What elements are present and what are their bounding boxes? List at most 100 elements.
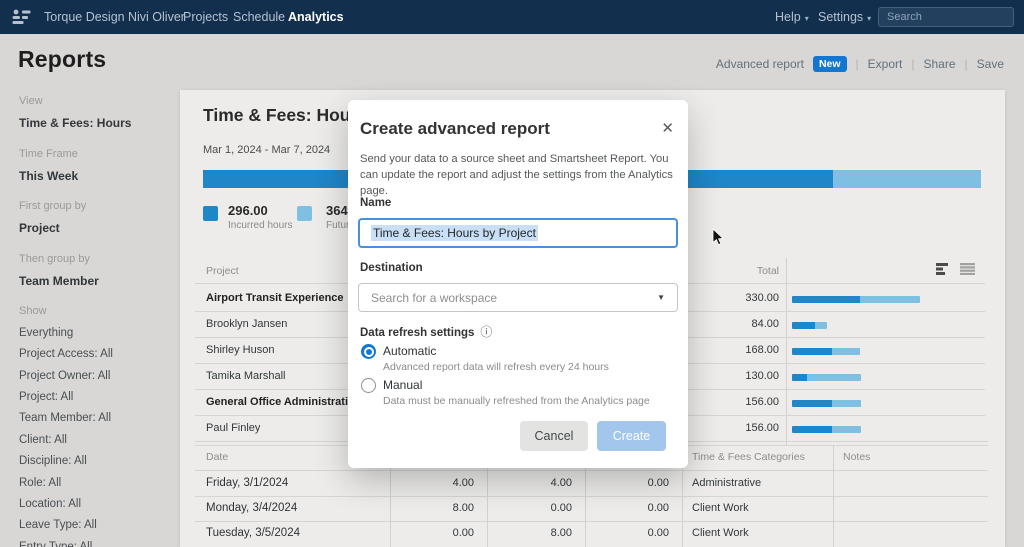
divider: | — [855, 57, 859, 71]
future-bar-segment — [832, 348, 860, 355]
create-button[interactable]: Create — [597, 421, 666, 451]
detail-cell: 4.00 — [550, 477, 572, 489]
future-legend-swatch — [297, 206, 312, 221]
bar-chart-view-icon[interactable] — [936, 262, 951, 280]
time-frame-value[interactable]: This Week — [19, 169, 78, 183]
view-value[interactable]: Time & Fees: Hours — [19, 116, 131, 130]
incurred-hours-label: Incurred hours — [228, 220, 293, 231]
future-bar-segment — [832, 426, 861, 433]
project-row-name[interactable]: General Office Administration — [206, 396, 361, 408]
export-link[interactable]: Export — [868, 57, 903, 71]
filter-project-owner[interactable]: Project Owner: All — [19, 370, 110, 382]
project-row-name[interactable]: Airport Transit Experience — [206, 292, 344, 304]
detail-category-cell: Administrative — [692, 477, 762, 489]
manual-label[interactable]: Manual — [383, 378, 422, 392]
filter-discipline[interactable]: Discipline: All — [19, 455, 87, 467]
modal-title: Create advanced report — [360, 119, 550, 138]
detail-row-date: Tuesday, 3/5/2024 — [206, 527, 300, 539]
incurred-legend-swatch — [203, 206, 218, 221]
filter-location[interactable]: Location: All — [19, 498, 81, 510]
total-column-header[interactable]: Total — [690, 265, 779, 277]
detail-cell: 0.00 — [647, 477, 669, 489]
show-label: Show — [19, 305, 47, 317]
info-icon[interactable]: ⓘ — [480, 323, 492, 340]
divider — [786, 258, 787, 445]
divider — [195, 470, 988, 471]
automatic-radio[interactable] — [361, 344, 376, 359]
time-frame-label: Time Frame — [19, 148, 78, 160]
nav-item-analytics[interactable]: Analytics — [288, 10, 344, 24]
nav-item-torque-design[interactable]: Torque Design — [44, 10, 125, 24]
project-row-name[interactable]: Paul Finley — [206, 422, 260, 434]
project-row-name[interactable]: Brooklyn Jansen — [206, 318, 287, 330]
save-link[interactable]: Save — [977, 57, 1004, 71]
detail-cell: 8.00 — [550, 527, 572, 539]
project-row-total: 330.00 — [745, 292, 779, 304]
settings-menu[interactable]: Settings ▾ — [818, 10, 871, 24]
filter-entry-type[interactable]: Entry Type: All — [19, 541, 92, 547]
project-row-bar — [792, 374, 861, 381]
nav-item-schedule[interactable]: Schedule — [233, 10, 285, 24]
incurred-bar-segment — [792, 426, 832, 433]
project-row-bar — [792, 348, 860, 355]
workspace-select[interactable]: Search for a workspace ▼ — [358, 283, 678, 312]
categories-column-header[interactable]: Time & Fees Categories — [692, 451, 805, 463]
new-badge: New — [812, 56, 847, 72]
settings-label: Settings — [818, 10, 864, 24]
first-group-by-value[interactable]: Project — [19, 221, 60, 235]
report-title: Time & Fees: Hours — [203, 105, 368, 125]
filter-leave-type[interactable]: Leave Type: All — [19, 519, 97, 531]
project-row-total: 84.00 — [751, 318, 779, 330]
notes-column-header[interactable]: Notes — [843, 451, 870, 463]
detail-category-cell: Client Work — [692, 502, 749, 514]
filter-client[interactable]: Client: All — [19, 434, 67, 446]
project-row-name[interactable]: Shirley Huson — [206, 344, 274, 356]
report-settings-sidebar: View Time & Fees: Hours Time Frame This … — [0, 84, 180, 547]
project-column-header[interactable]: Project — [206, 265, 239, 277]
future-bar-segment — [815, 322, 827, 329]
close-icon[interactable]: ✕ — [661, 119, 674, 137]
filter-everything[interactable]: Everything — [19, 327, 73, 339]
date-column-header[interactable]: Date — [206, 451, 228, 463]
table-view-icon[interactable] — [960, 262, 975, 280]
automatic-description: Advanced report data will refresh every … — [383, 361, 609, 373]
top-navbar: Torque Design Nivi Oliver Projects Sched… — [0, 0, 1024, 34]
filter-role[interactable]: Role: All — [19, 477, 61, 489]
help-menu[interactable]: Help ▾ — [775, 10, 809, 24]
name-label: Name — [360, 197, 392, 209]
filter-project-access[interactable]: Project Access: All — [19, 348, 113, 360]
filter-project[interactable]: Project: All — [19, 391, 73, 403]
incurred-hours-value: 296.00 — [228, 203, 268, 218]
cancel-button[interactable]: Cancel — [520, 421, 588, 451]
refresh-label-text: Data refresh settings — [360, 327, 475, 339]
advanced-report-link[interactable]: Advanced report — [716, 57, 804, 71]
create-advanced-report-modal: Create advanced report ✕ Send your data … — [348, 100, 688, 468]
report-name-input[interactable]: Time & Fees: Hours by Project — [358, 218, 678, 248]
detail-category-cell: Client Work — [692, 527, 749, 539]
nav-item-nivi-oliver[interactable]: Nivi Oliver — [128, 10, 185, 24]
detail-cell: 0.00 — [550, 502, 572, 514]
project-row-bar — [792, 400, 861, 407]
then-group-by-value[interactable]: Team Member — [19, 274, 99, 288]
project-row-bar — [792, 426, 861, 433]
manual-radio[interactable] — [361, 378, 376, 393]
project-row-total: 130.00 — [745, 370, 779, 382]
dropdown-caret-icon: ▼ — [657, 293, 665, 302]
nav-item-projects[interactable]: Projects — [183, 10, 228, 24]
future-hours-bar — [833, 170, 981, 188]
page-title: Reports — [18, 46, 107, 72]
manual-description: Data must be manually refreshed from the… — [383, 395, 650, 407]
chevron-down-icon: ▾ — [867, 14, 872, 23]
search-input[interactable] — [878, 7, 1014, 27]
detail-cell: 0.00 — [452, 527, 474, 539]
automatic-label[interactable]: Automatic — [383, 344, 436, 358]
modal-description: Send your data to a source sheet and Sma… — [360, 153, 673, 197]
filter-team-member[interactable]: Team Member: All — [19, 412, 111, 424]
detail-row-date: Friday, 3/1/2024 — [206, 477, 289, 489]
resource-management-logo-icon[interactable] — [12, 8, 31, 30]
share-link[interactable]: Share — [923, 57, 955, 71]
divider: | — [911, 57, 915, 71]
project-row-name[interactable]: Tamika Marshall — [206, 370, 285, 382]
future-bar-segment — [860, 296, 920, 303]
app-screen: Torque Design Nivi Oliver Projects Sched… — [0, 0, 1024, 547]
